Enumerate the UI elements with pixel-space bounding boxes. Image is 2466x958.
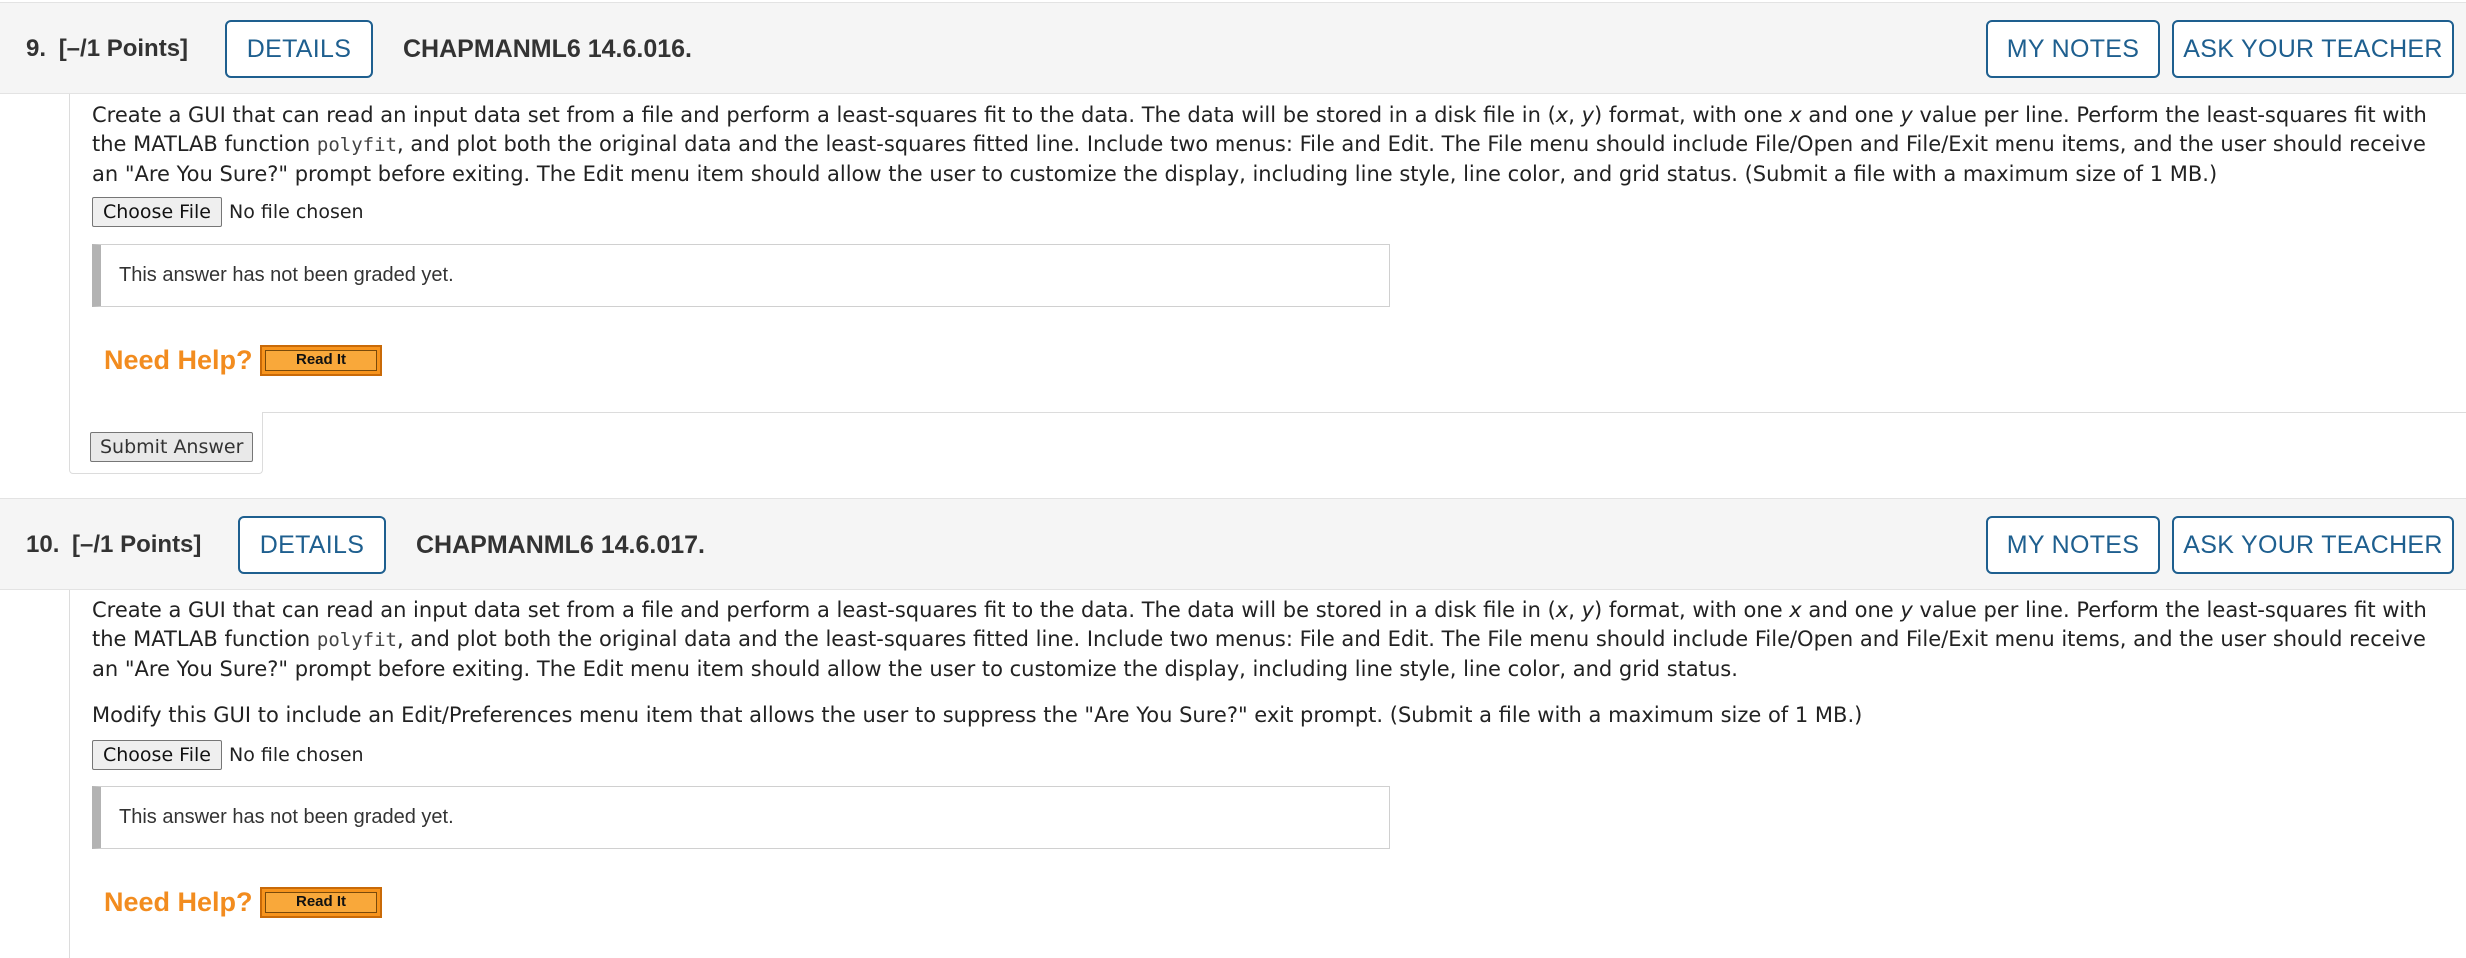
file-upload: Choose File No file chosen [92,197,364,227]
need-help-label: Need Help? [104,887,253,917]
question-number: 9. [26,35,47,62]
question-code: CHAPMANML6 14.6.016. [403,35,692,63]
need-help-label: Need Help? [104,345,253,375]
question-number-points: 9. [–/1 Points] [26,3,188,95]
read-it-button[interactable]: Read It [260,345,382,376]
submit-area: Submit Answer [69,412,2466,474]
question-code: CHAPMANML6 14.6.017. [416,531,705,559]
details-button[interactable]: DETAILS [225,20,373,78]
ask-your-teacher-button[interactable]: ASK YOUR TEACHER [2172,20,2454,78]
ask-your-teacher-button[interactable]: ASK YOUR TEACHER [2172,516,2454,574]
read-it-label: Read It [265,892,377,913]
question-10-header: 10. [–/1 Points] DETAILS CHAPMANML6 14.6… [0,498,2466,590]
grade-status-box: This answer has not been graded yet. [92,786,1390,849]
my-notes-button[interactable]: MY NOTES [1986,516,2160,574]
submit-box: Submit Answer [69,412,263,474]
read-it-button[interactable]: Read It [260,887,382,918]
question-9-text: Create a GUI that can read an input data… [92,103,2427,186]
polyfit-code: polyfit [316,134,397,156]
my-notes-button[interactable]: MY NOTES [1986,20,2160,78]
file-upload: Choose File No file chosen [92,740,364,770]
question-number: 10. [26,531,60,558]
submit-answer-button[interactable]: Submit Answer [90,432,254,462]
question-10-modify-text: Modify this GUI to include an Edit/Prefe… [92,703,1863,727]
polyfit-code: polyfit [316,629,397,651]
choose-file-button[interactable]: Choose File [92,740,222,770]
grade-status-box: This answer has not been graded yet. [92,244,1390,307]
choose-file-button[interactable]: Choose File [92,197,222,227]
question-number-points: 10. [–/1 Points] [26,499,201,591]
question-points: [–/1 Points] [58,35,189,62]
question-10-text: Create a GUI that can read an input data… [92,598,2427,681]
file-status: No file chosen [228,744,364,766]
details-button[interactable]: DETAILS [238,516,386,574]
question-9-header: 9. [–/1 Points] DETAILS CHAPMANML6 14.6.… [0,2,2466,94]
question-points: [–/1 Points] [72,531,202,558]
read-it-label: Read It [265,350,377,371]
file-status: No file chosen [228,201,364,223]
divider [262,412,2466,413]
